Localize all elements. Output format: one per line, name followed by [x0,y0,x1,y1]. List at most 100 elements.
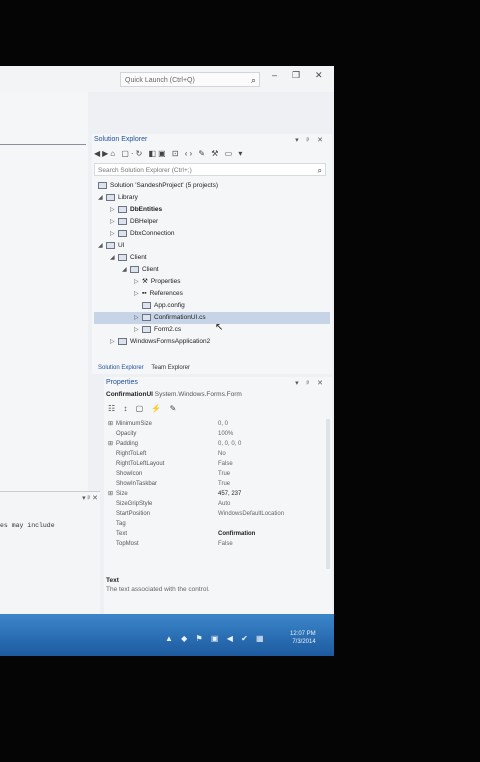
property-row[interactable]: ⊞ Padding 0, 0, 0, 0 [106,439,322,449]
search-icon: ⌕ [317,166,322,175]
title-bar: Quick Launch (Ctrl+Q) ⌕ – ❐ ✕ [0,66,334,92]
property-row[interactable]: StartPosition WindowsDefaultLocation [106,509,322,519]
tree-item-properties[interactable]: ▷ ⚒ Properties [94,276,330,288]
collapsed-arrow-icon[interactable]: ▷ [110,216,118,228]
tree-item-client-folder[interactable]: ◢ Client [94,252,330,264]
description-body: The text associated with the control. [106,586,210,593]
tree-label: Client [142,266,159,273]
tab-team-explorer[interactable]: Team Explorer [151,362,190,374]
property-row[interactable]: Opacity 100% [106,429,322,439]
editor-divider [0,144,86,145]
restore-button[interactable]: ❐ [292,70,300,81]
tree-label: ConfirmationUI.cs [154,314,206,321]
tree-label: WindowsFormsApplication2 [130,338,211,345]
property-row[interactable]: RightToLeftLayout False [106,459,322,469]
property-row[interactable]: ⊞ MinimumSize 0, 0 [106,419,322,429]
collapsed-arrow-icon[interactable]: ▷ [110,336,118,348]
folder-icon [106,193,115,201]
expanded-arrow-icon[interactable]: ◢ [110,252,118,264]
tree-item-solution[interactable]: Solution 'SandeshProject' (5 projects) [94,180,330,192]
folder-icon [118,253,127,261]
tree-item-confirmationui[interactable]: ▷ ConfirmationUI.cs [94,312,330,324]
tree-label: Library [118,194,138,201]
collapsed-arrow-icon[interactable]: ▷ [134,288,142,300]
close-button[interactable]: ✕ [315,70,323,81]
minimize-button[interactable]: – [272,70,277,80]
tree-label: DBHelper [130,218,159,225]
property-row[interactable]: SizeGripStyle Auto [106,499,322,509]
expanded-arrow-icon[interactable]: ◢ [98,240,106,252]
tree-item-app-config[interactable]: App.config [94,300,330,312]
solution-icon [98,181,107,189]
property-row[interactable]: Tag [106,519,322,529]
tray-icons[interactable]: ▲ ◆ ⚑ ▣ ◀ ✔ ▦ [165,634,267,643]
tree-item-dbxconnection[interactable]: ▷ DbxConnection [94,228,330,240]
solution-tree: Solution 'SandeshProject' (5 projects) ◢… [94,180,330,348]
tree-label: DbxConnection [130,230,175,237]
output-text: es may include [0,522,55,529]
solution-explorer-pin-icon[interactable]: ▾ ᵖ ✕ [295,136,326,144]
vs-window: Quick Launch (Ctrl+Q) ⌕ – ❐ ✕ ▾ ᵖ ✕ es m… [0,66,334,656]
clock-date: 7/3/2014 [292,639,316,645]
collapsed-arrow-icon[interactable]: ▷ [134,324,142,336]
tree-item-client-project[interactable]: ◢ Client [94,264,330,276]
csharp-project-icon [130,265,139,273]
property-description: Text The text associated with the contro… [106,577,326,593]
expanded-arrow-icon[interactable]: ◢ [98,192,106,204]
properties-pin-icon[interactable]: ▾ ᵖ ✕ [295,379,326,387]
references-icon: ▪▪ [142,290,147,297]
tree-item-library[interactable]: ◢ Library [94,192,330,204]
property-row[interactable]: ShowInTaskbar True [106,479,322,489]
explorer-tabs: Solution Explorer Team Explorer [92,362,332,374]
tree-item-ui[interactable]: ◢ UI [94,240,330,252]
property-row[interactable]: ShowIcon True [106,469,322,479]
property-row[interactable]: RightToLeft No [106,449,322,459]
tree-item-dbhelper[interactable]: ▷ DBHelper [94,216,330,228]
csharp-project-icon [118,229,127,237]
output-pin-icon[interactable]: ▾ ᵖ ✕ [82,494,98,502]
wrench-icon: ⚒ [142,278,148,285]
tree-label: Client [130,254,147,261]
tree-item-form2[interactable]: ▷ Form2.cs [94,324,330,336]
object-name: ConfirmationUI [106,391,153,398]
tree-label: UI [118,242,125,249]
output-panel[interactable]: ▾ ᵖ ✕ es may include [0,491,100,622]
tree-label: Properties [150,278,181,285]
config-file-icon [142,301,151,309]
mouse-cursor-icon: ↖ [215,322,224,333]
quick-launch-placeholder: Quick Launch (Ctrl+Q) [125,77,195,84]
csharp-project-icon [118,217,127,225]
expanded-arrow-icon[interactable]: ◢ [122,264,130,276]
tree-label: References [149,290,183,297]
property-row[interactable]: ⊞ Size 457, 237 [106,489,322,499]
collapsed-arrow-icon[interactable]: ▷ [110,228,118,240]
tab-solution-explorer[interactable]: Solution Explorer [98,362,144,374]
tree-item-references[interactable]: ▷ ▪▪ References [94,288,330,300]
object-selector[interactable]: ConfirmationUI System.Windows.Forms.Form [106,391,242,398]
clock-time: 12:07 PM [290,631,316,637]
quick-launch-input[interactable]: Quick Launch (Ctrl+Q) ⌕ [120,72,260,87]
clock[interactable]: 12:07 PM 7/3/2014 [290,630,316,646]
property-row[interactable]: Text Confirmation [106,529,322,539]
tree-label: App.config [154,302,185,309]
tree-label: Solution 'SandeshProject' (5 projects) [110,182,218,189]
solution-explorer-toolbar[interactable]: ◀▶⌂ ▢·↻ ◧▣ ⊡ ‹› ✎ ⚒ ▭ ▾ [94,147,326,161]
collapsed-arrow-icon[interactable]: ▷ [134,276,142,288]
solution-search-input[interactable]: Search Solution Explorer (Ctrl+;) ⌕ [94,163,326,176]
properties-title: Properties [106,379,138,386]
property-scrollbar[interactable] [326,419,330,569]
tree-label: DbEntities [130,206,163,213]
collapsed-arrow-icon[interactable]: ▷ [110,204,118,216]
form-file-icon [142,325,151,333]
tree-label: Form2.cs [154,326,182,333]
tree-item-dbentities[interactable]: ▷ DbEntities [94,204,330,216]
properties-panel: Properties ▾ ᵖ ✕ ConfirmationUI System.W… [104,377,332,617]
property-row[interactable]: TopMost False [106,539,322,549]
form-file-icon [142,313,151,321]
properties-toolbar[interactable]: ☷ ↕ ▢ ⚡ ✎ [108,404,179,413]
csharp-project-icon [118,205,127,213]
solution-explorer-title: Solution Explorer [94,136,148,143]
tree-item-windowsformsapplication2[interactable]: ▷ WindowsFormsApplication2 [94,336,330,348]
csharp-project-icon [118,337,127,345]
collapsed-arrow-icon[interactable]: ▷ [134,312,142,324]
